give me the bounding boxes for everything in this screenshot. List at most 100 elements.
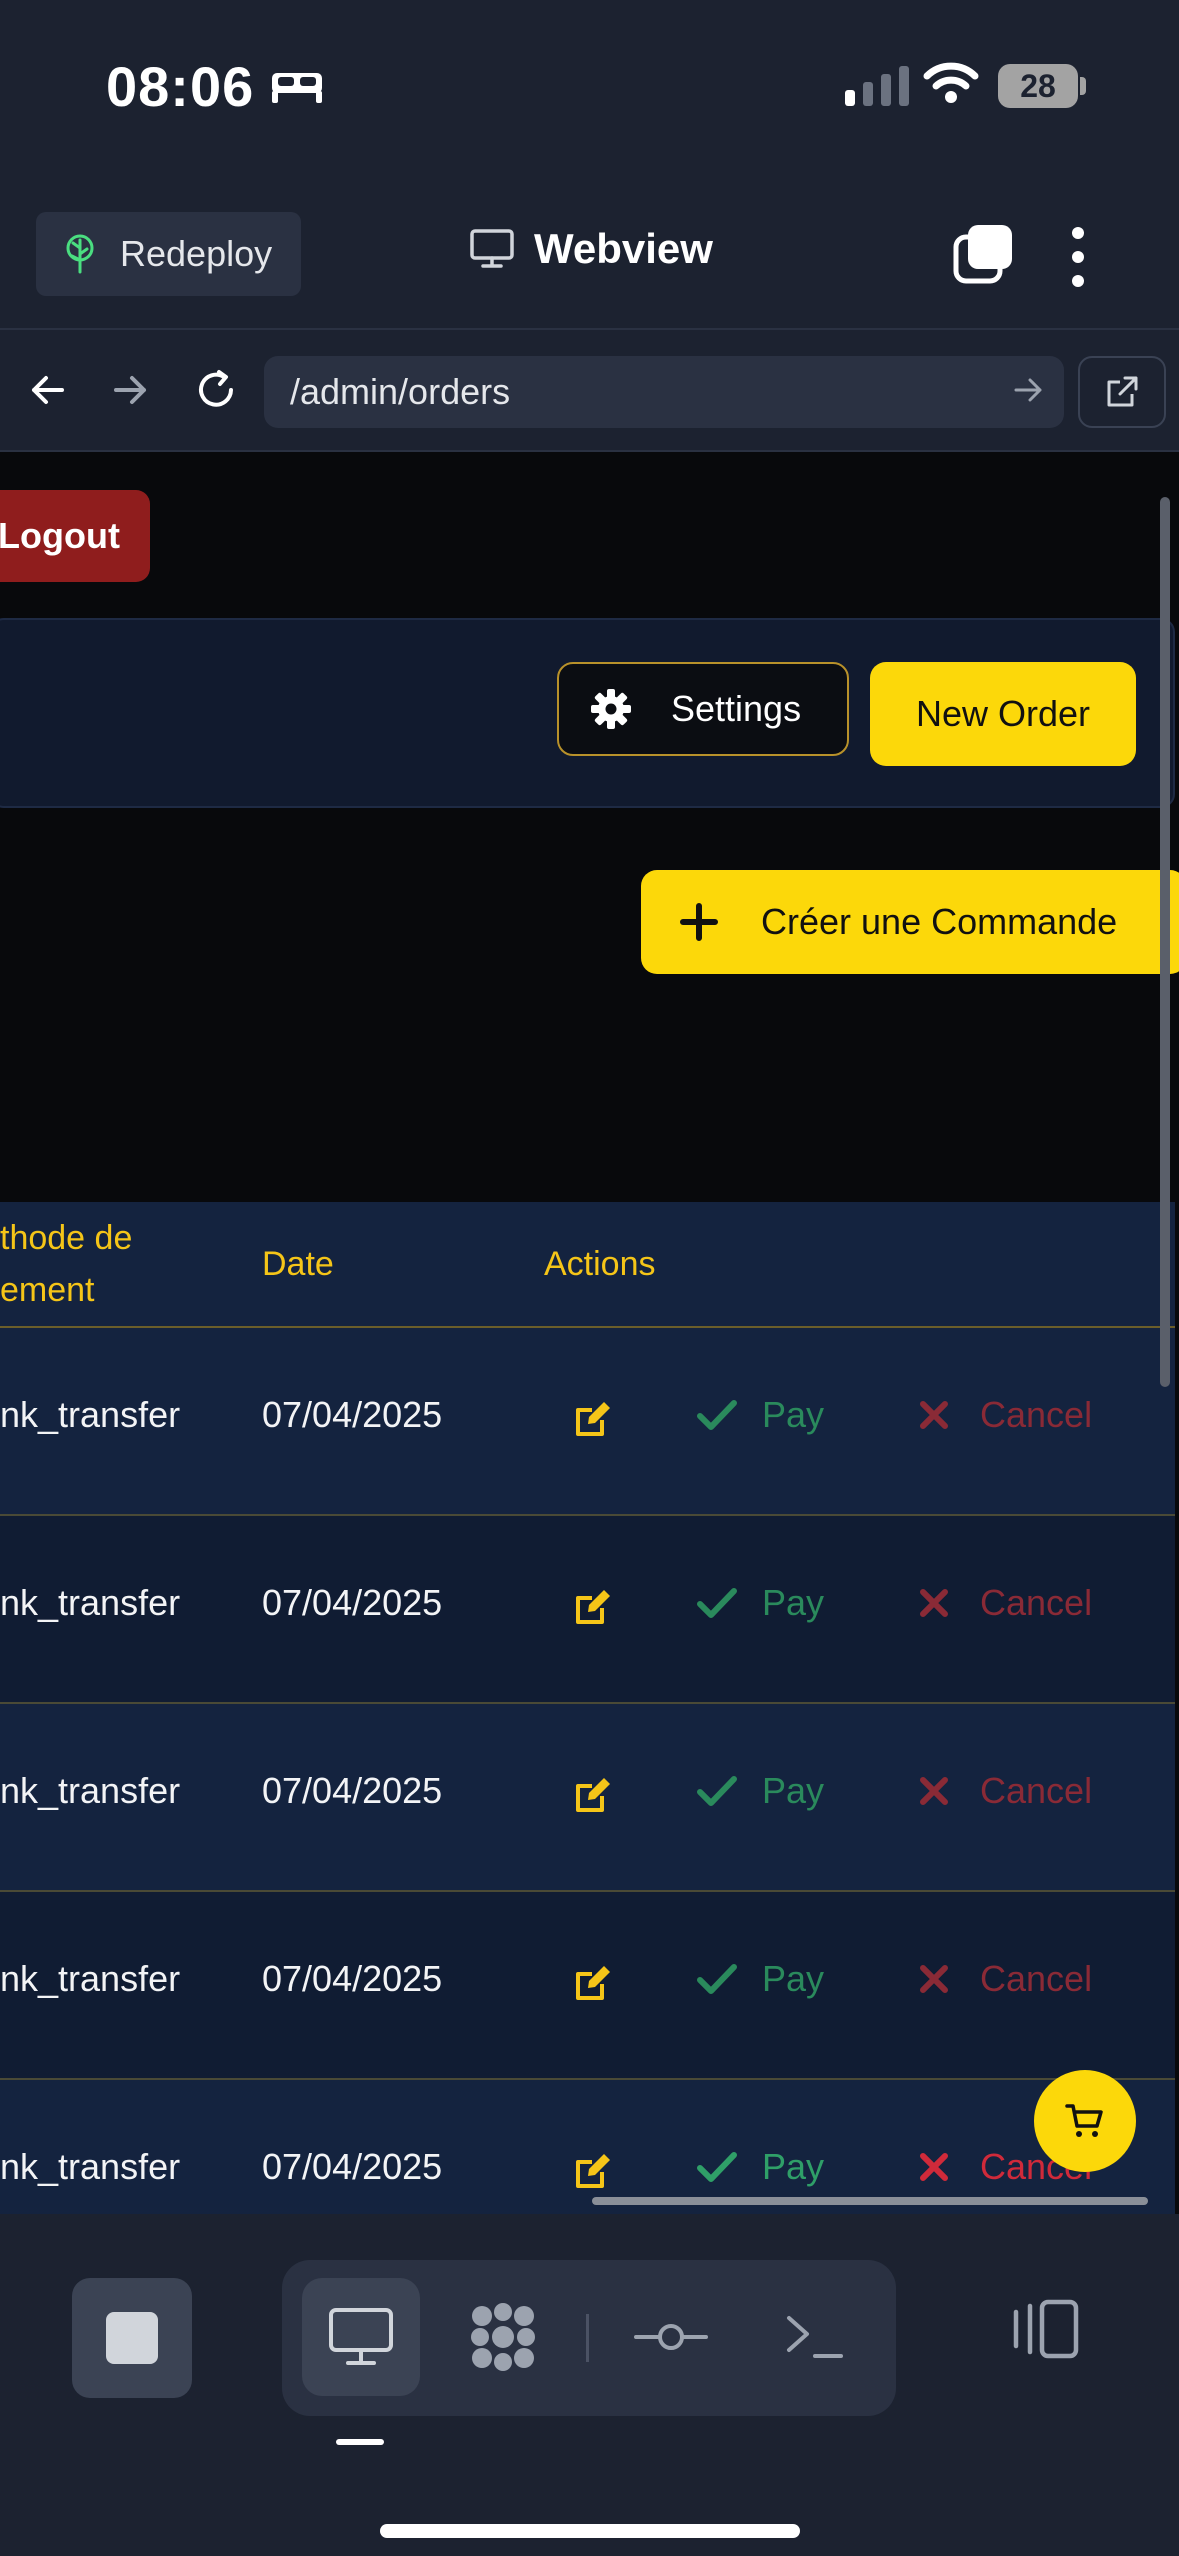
pay-button[interactable]: Pay <box>696 1770 824 1812</box>
table-header: thode de ement Date Actions <box>0 1202 1175 1328</box>
pay-label: Pay <box>762 1958 825 1999</box>
arrow-right-icon <box>114 376 146 404</box>
pay-button[interactable]: Pay <box>696 1958 824 2000</box>
new-order-label: New Order <box>915 693 1091 734</box>
webview-content: Logout Settings New Order Créer une Comm… <box>0 452 1179 2214</box>
clock-text: 08:06 <box>106 55 255 118</box>
nodes-icon <box>471 2303 535 2371</box>
create-order-label: Créer une Commande <box>761 901 1118 942</box>
column-header-date: Date <box>262 1245 334 1283</box>
edit-icon[interactable] <box>572 1398 614 1440</box>
cancel-label: Cancel <box>980 1958 1093 1999</box>
battery-level: 28 <box>1020 67 1056 104</box>
x-icon <box>920 1777 948 1805</box>
cancel-button[interactable]: Cancel <box>918 1582 1092 1624</box>
bottom-toolbar <box>0 2214 1179 2556</box>
x-icon <box>920 1965 948 1993</box>
x-icon <box>920 2153 948 2181</box>
table-row: nk_transfer 07/04/2025 Pay Cancel <box>0 1516 1175 1704</box>
page-title: Webview <box>470 225 713 273</box>
check-icon <box>697 1964 737 1994</box>
battery-nub <box>1080 77 1086 95</box>
settings-label: Settings <box>671 688 802 729</box>
pay-label: Pay <box>762 1394 825 1435</box>
cancel-button[interactable]: Cancel <box>918 1770 1092 1812</box>
cancel-label: Cancel <box>980 1394 1093 1435</box>
edit-icon[interactable] <box>572 1962 614 2004</box>
cellular-signal-icon <box>845 66 909 106</box>
pay-label: Pay <box>762 1770 825 1811</box>
forward-button[interactable] <box>100 360 160 420</box>
terminal-view-button[interactable] <box>756 2278 874 2396</box>
payment-method-cell: nk_transfer <box>0 1394 181 1435</box>
url-input[interactable]: /admin/orders <box>264 356 1064 428</box>
pay-button[interactable]: Pay <box>696 1582 824 1624</box>
desktop-view-button[interactable] <box>302 2278 420 2396</box>
check-icon <box>697 1776 737 1806</box>
pay-label: Pay <box>762 1582 825 1623</box>
status-bar: 08:06 28 <box>0 0 1179 175</box>
cancel-button[interactable]: Cancel <box>918 1394 1092 1436</box>
stop-icon <box>106 2312 158 2364</box>
git-commit-icon <box>634 2324 708 2350</box>
stop-button[interactable] <box>72 2278 192 2398</box>
url-text: /admin/orders <box>290 371 511 412</box>
tree-icon <box>66 234 94 274</box>
monitor-icon <box>470 229 514 268</box>
tabs-icon[interactable] <box>952 223 1014 285</box>
column-header-line: ement <box>0 1271 95 1309</box>
check-icon <box>697 2152 737 2182</box>
redeploy-label: Redeploy <box>120 233 273 274</box>
go-arrow-icon[interactable] <box>1012 374 1044 406</box>
monitor-icon <box>329 2308 393 2365</box>
external-link-icon <box>1107 376 1138 407</box>
table-row: nk_transfer 07/04/2025 Pay Cancel <box>0 1892 1175 2080</box>
payment-method-cell: nk_transfer <box>0 2146 181 2187</box>
column-header-line: thode de <box>0 1219 133 1257</box>
cart-icon <box>1065 2104 1103 2137</box>
reload-button[interactable] <box>186 360 246 420</box>
column-header-actions: Actions <box>544 1245 656 1283</box>
date-cell: 07/04/2025 <box>262 1582 443 1623</box>
battery-indicator: 28 <box>998 64 1078 108</box>
x-icon <box>920 1401 948 1429</box>
status-time: 08:06 <box>106 54 324 119</box>
new-order-button[interactable]: New Order <box>870 662 1136 766</box>
cancel-button[interactable]: Cancel <box>918 1958 1092 2000</box>
logout-label: Logout <box>0 515 120 556</box>
plus-icon <box>680 903 718 941</box>
redeploy-button[interactable]: Redeploy <box>36 212 301 296</box>
page-toolbar: Settings New Order <box>0 618 1175 808</box>
url-bar: /admin/orders <box>0 330 1179 452</box>
table-row: nk_transfer 07/04/2025 Pay Cancel <box>0 1328 1175 1516</box>
cancel-label: Cancel <box>980 1770 1093 1811</box>
settings-button[interactable]: Settings <box>557 662 849 756</box>
side-panel-icon[interactable] <box>1010 2298 1082 2360</box>
app-header: Redeploy Webview <box>0 175 1179 330</box>
graph-view-button[interactable] <box>444 2278 562 2396</box>
pay-button[interactable]: Pay <box>696 2146 824 2188</box>
vertical-scrollbar[interactable] <box>1160 497 1170 1387</box>
cart-button[interactable] <box>1034 2070 1136 2172</box>
edit-icon[interactable] <box>572 1586 614 1628</box>
payment-method-cell: nk_transfer <box>0 1958 181 1999</box>
segment-divider <box>586 2314 589 2362</box>
date-cell: 07/04/2025 <box>262 1770 443 1811</box>
logout-button[interactable]: Logout <box>0 490 150 582</box>
table-row: nk_transfer 07/04/2025 Pay Cancel <box>0 1704 1175 1892</box>
date-cell: 07/04/2025 <box>262 2146 443 2187</box>
arrow-left-icon <box>32 376 64 404</box>
check-icon <box>697 1400 737 1430</box>
edit-icon[interactable] <box>572 2150 614 2192</box>
date-cell: 07/04/2025 <box>262 1394 443 1435</box>
more-vertical-icon[interactable] <box>1072 227 1084 287</box>
back-button[interactable] <box>18 360 78 420</box>
open-external-button[interactable] <box>1078 356 1166 428</box>
wifi-icon <box>923 62 979 103</box>
horizontal-scrollbar[interactable] <box>592 2197 1148 2205</box>
create-order-button[interactable]: Créer une Commande <box>641 870 1179 974</box>
view-switcher <box>282 2260 896 2416</box>
commit-view-button[interactable] <box>612 2278 730 2396</box>
pay-button[interactable]: Pay <box>696 1394 824 1436</box>
edit-icon[interactable] <box>572 1774 614 1816</box>
